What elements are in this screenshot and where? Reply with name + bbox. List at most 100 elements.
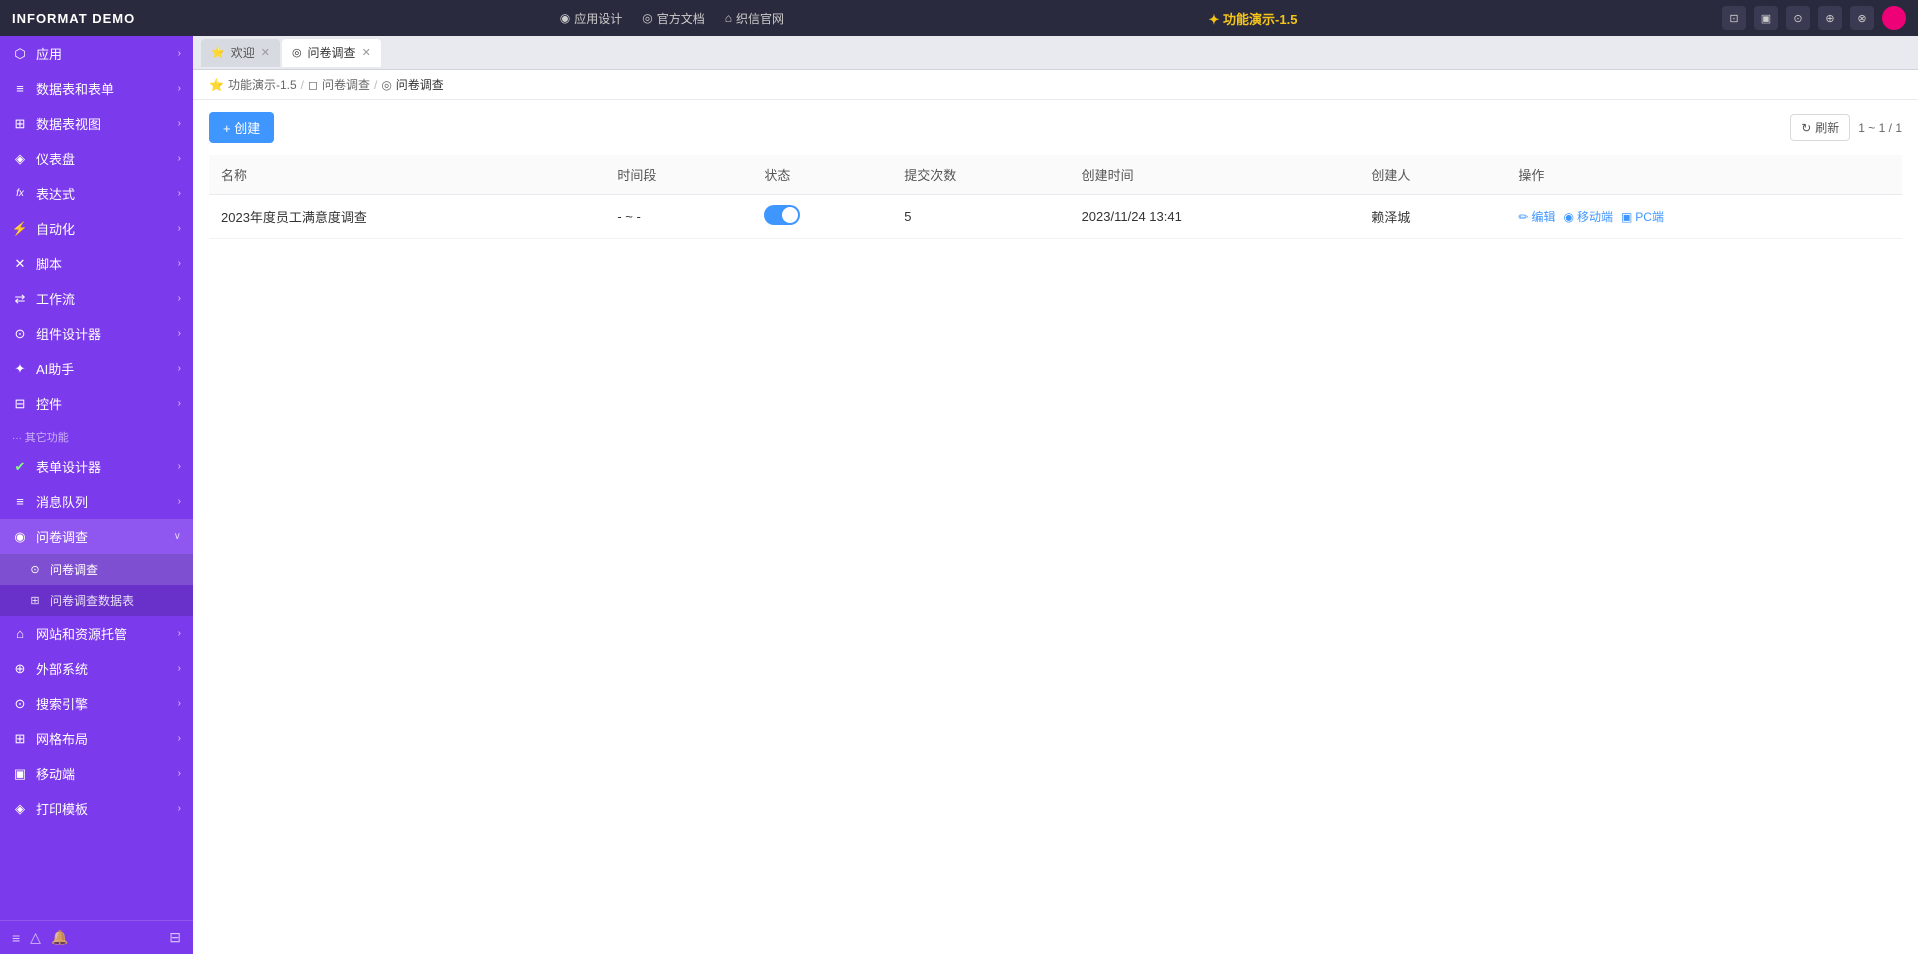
sidebar-sub-item-survey-list[interactable]: ⊙ 问卷调查 [0,554,193,585]
sidebar-item-dashboard[interactable]: ◈ 仪表盘 › [0,141,193,176]
sidebar-item-expr[interactable]: fx 表达式 › [0,176,193,211]
data-table: 名称 时间段 状态 提交次数 创建时间 创建人 操作 2023年度员工满意度调查… [209,155,1902,239]
status-toggle[interactable] [764,205,800,225]
breadcrumb-survey-icon: ◎ [381,78,391,92]
nav-website[interactable]: ⌂ 织信官网 [725,10,784,27]
ai-icon: ✦ [12,361,28,377]
hosting-icon: ⌂ [12,626,28,642]
sidebar-item-script[interactable]: ✕ 脚本 › [0,246,193,281]
collapse-icon[interactable]: ⊟ [169,929,181,946]
refresh-icon: ↻ [1801,121,1811,135]
sidebar-item-search[interactable]: ⊙ 搜索引擎 › [0,686,193,721]
sidebar-item-tables[interactable]: ≡ 数据表和表单 › [0,71,193,106]
triangle-icon[interactable]: △ [30,929,41,946]
sidebar-item-component-designer[interactable]: ⊙ 组件设计器 › [0,316,193,351]
sidebar-item-ai[interactable]: ✦ AI助手 › [0,351,193,386]
circle-icon: ⊙ [28,563,42,576]
nav-docs[interactable]: ◎ 官方文档 [642,10,705,27]
edit-button[interactable]: ✏ 编辑 [1518,208,1555,225]
create-button[interactable]: + 创建 [209,112,274,143]
topbar: INFORMAT DEMO ◉ 应用设计 ◎ 官方文档 ⌂ 织信官网 ✦ 功能演… [0,0,1918,36]
pc-button[interactable]: ▣ PC端 [1621,208,1664,225]
breadcrumb-star-icon: ⭐ [209,78,224,92]
breadcrumb: ⭐ 功能演示-1.5 / ◻ 问卷调查 / ◎ 问卷调查 [193,70,1918,100]
tab-welcome[interactable]: ⭐ 欢迎 ✕ [201,39,280,67]
sidebar-item-grid[interactable]: ⊞ 网格布局 › [0,721,193,756]
external-icon: ⊕ [12,661,28,677]
col-submit: 提交次数 [892,155,1069,195]
col-time: 时间段 [605,155,752,195]
chevron-right-icon: › [178,698,181,709]
content-area: ⭐ 欢迎 ✕ ◎ 问卷调查 ✕ ⭐ 功能演示-1.5 / ◻ 问卷调查 / ◎ … [193,36,1918,954]
sidebar-sub-survey: ⊙ 问卷调查 ⊞ 问卷调查数据表 [0,554,193,616]
col-created-by: 创建人 [1359,155,1506,195]
menu-icon[interactable]: ≡ [12,930,20,946]
col-actions: 操作 [1506,155,1902,195]
table-icon: ≡ [12,81,28,97]
search-icon: ⊙ [12,696,28,712]
nav-website-icon: ⌂ [725,11,732,25]
bell-icon[interactable]: 🔔 [51,929,68,946]
tab-close-survey[interactable]: ✕ [362,46,371,59]
sidebar-item-controls[interactable]: ⊟ 控件 › [0,386,193,421]
topbar-icon-grid[interactable]: ⊡ [1722,6,1746,30]
sidebar-item-form-designer[interactable]: ✔ 表单设计器 › [0,449,193,484]
chevron-right-icon: › [178,628,181,639]
chevron-right-icon: › [178,223,181,234]
chevron-right-icon: › [178,293,181,304]
survey-tab-icon: ◎ [292,46,302,59]
sidebar-item-message-queue[interactable]: ≡ 消息队列 › [0,484,193,519]
main-layout: ⬡ 应用 › ≡ 数据表和表单 › ⊞ 数据表视图 › ◈ 仪表盘 › [0,36,1918,954]
nav-docs-icon: ◎ [642,11,652,25]
chevron-right-icon: › [178,663,181,674]
dashboard-icon: ◈ [12,151,28,167]
cell-status [752,195,892,239]
pagination: 1 ~ 1 / 1 [1858,121,1902,135]
component-icon: ⊙ [12,326,28,342]
tab-survey[interactable]: ◎ 问卷调查 ✕ [282,39,381,67]
chevron-right-icon: › [178,83,181,94]
pc-icon: ▣ [1621,210,1632,224]
chevron-right-icon: › [178,461,181,472]
nav-app-design[interactable]: ◉ 应用设计 [560,10,623,27]
sidebar-section-other: ··· 其它功能 [0,421,193,449]
table-small-icon: ⊞ [28,594,42,607]
form-icon: ✔ [12,459,28,475]
sidebar-sub-item-survey-data[interactable]: ⊞ 问卷调查数据表 [0,585,193,616]
sidebar-item-mobile[interactable]: ▣ 移动端 › [0,756,193,791]
sidebar-item-workflow[interactable]: ⇄ 工作流 › [0,281,193,316]
cell-created-at: 2023/11/24 13:41 [1070,195,1360,239]
sidebar-item-hosting[interactable]: ⌂ 网站和资源托管 › [0,616,193,651]
avatar[interactable] [1882,6,1906,30]
topbar-icon-user[interactable]: ⊗ [1850,6,1874,30]
edit-icon: ✏ [1518,210,1528,224]
print-icon: ◈ [12,801,28,817]
sidebar-item-print[interactable]: ◈ 打印模板 › [0,791,193,826]
col-name: 名称 [209,155,605,195]
sidebar-item-tableview[interactable]: ⊞ 数据表视图 › [0,106,193,141]
chevron-right-icon: › [178,258,181,269]
refresh-button[interactable]: ↻ 刷新 [1790,114,1850,141]
chevron-right-icon: › [178,768,181,779]
breadcrumb-table-icon: ◻ [308,78,318,92]
sidebar-item-automation[interactable]: ⚡ 自动化 › [0,211,193,246]
tab-close-welcome[interactable]: ✕ [261,46,270,59]
table-header-row: 名称 时间段 状态 提交次数 创建时间 创建人 操作 [209,155,1902,195]
mobile-button[interactable]: ◉ 移动端 [1563,208,1613,225]
grid-icon: ⊞ [12,116,28,132]
sidebar-item-survey[interactable]: ◉ 问卷调查 ∨ [0,519,193,554]
sidebar-item-app[interactable]: ⬡ 应用 › [0,36,193,71]
topbar-icon-circle[interactable]: ⊙ [1786,6,1810,30]
tab-bar: ⭐ 欢迎 ✕ ◎ 问卷调查 ✕ [193,36,1918,70]
col-created-at: 创建时间 [1070,155,1360,195]
chevron-right-icon: › [178,188,181,199]
survey-icon: ◉ [12,529,28,545]
topbar-icon-window[interactable]: ▣ [1754,6,1778,30]
topbar-nav: ◉ 应用设计 ◎ 官方文档 ⌂ 织信官网 [560,10,784,27]
topbar-icon-plus[interactable]: ⊕ [1818,6,1842,30]
chevron-right-icon: › [178,803,181,814]
toolbar-right: ↻ 刷新 1 ~ 1 / 1 [1790,114,1902,141]
chevron-right-icon: › [178,363,181,374]
sidebar-item-external[interactable]: ⊕ 外部系统 › [0,651,193,686]
chevron-down-icon: ∨ [174,531,181,542]
